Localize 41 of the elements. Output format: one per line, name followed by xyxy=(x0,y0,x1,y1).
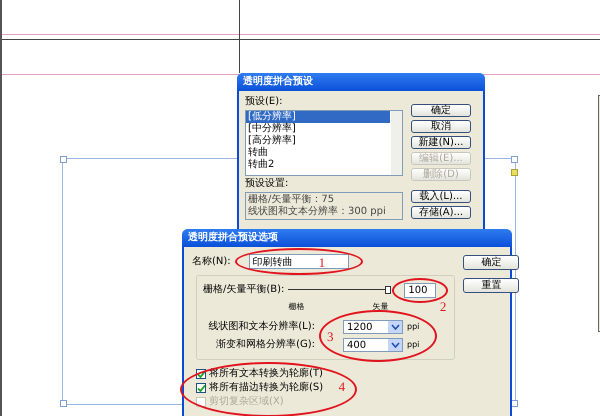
window-title: 透明度拼合预设 xyxy=(237,73,485,91)
preset-item[interactable]: 转曲2 xyxy=(246,159,390,171)
dialog-button[interactable]: 重置 xyxy=(463,278,520,293)
annotation-number: 4 xyxy=(338,380,346,393)
unit-label: ppi xyxy=(407,322,420,332)
window-title: 透明度拼合预设选项 xyxy=(182,229,512,247)
checkbox[interactable] xyxy=(196,383,206,393)
resolution-label: 线状图和文本分辨率(L): xyxy=(208,320,315,334)
checkbox-label: 剪切复杂区域(X) xyxy=(209,396,284,408)
settings-line: 线状图和文本分辨率：300 ppi xyxy=(248,206,387,218)
resolution-select[interactable]: 1200 xyxy=(343,320,403,334)
presets-label: 预设(E): xyxy=(245,96,284,108)
settings-label: 预设设置: xyxy=(245,178,290,190)
preset-item[interactable]: [高分辨率] xyxy=(246,135,390,147)
dialog-button[interactable]: 确定 xyxy=(463,255,520,270)
dropdown-icon xyxy=(390,324,400,330)
balance-slider[interactable] xyxy=(288,284,388,296)
preset-item[interactable]: [中分辨率] xyxy=(246,123,390,135)
balance-label: 栅格/矢量平衡(B): xyxy=(203,284,284,296)
unit-label: ppi xyxy=(407,340,420,350)
scrollbar[interactable] xyxy=(391,111,402,175)
preset-item[interactable]: 转曲 xyxy=(246,147,390,159)
dialog-button[interactable]: 取消 xyxy=(411,120,471,133)
slider-min-label: 栅格 xyxy=(288,302,304,312)
checkbox-label: 将所有描边转换为轮廓(S) xyxy=(209,382,324,394)
preset-item[interactable]: [低分辨率] xyxy=(246,111,390,123)
dialog-button[interactable]: 存储(A)... xyxy=(411,206,471,219)
dialog-button[interactable]: 确定 xyxy=(411,104,471,117)
resolution-select[interactable]: 400 xyxy=(343,338,403,352)
resolution-label: 渐变和网格分辨率(G): xyxy=(216,338,315,352)
annotation-ellipse xyxy=(392,278,448,303)
dialog-button[interactable]: 载入(L)... xyxy=(411,190,471,203)
settings-line: 栅格/矢量平衡：75 xyxy=(248,194,336,206)
annotation-number: 3 xyxy=(327,330,334,343)
balance-field[interactable]: 100 xyxy=(404,283,436,298)
annotation-number: 1 xyxy=(318,256,326,269)
dialog-button[interactable]: 新建(N)... xyxy=(411,136,471,149)
name-label: 名称(N): xyxy=(192,256,231,268)
slider-max-label: 矢量 xyxy=(372,302,388,312)
dropdown-icon xyxy=(390,342,400,348)
annotation-number: 2 xyxy=(440,300,446,313)
